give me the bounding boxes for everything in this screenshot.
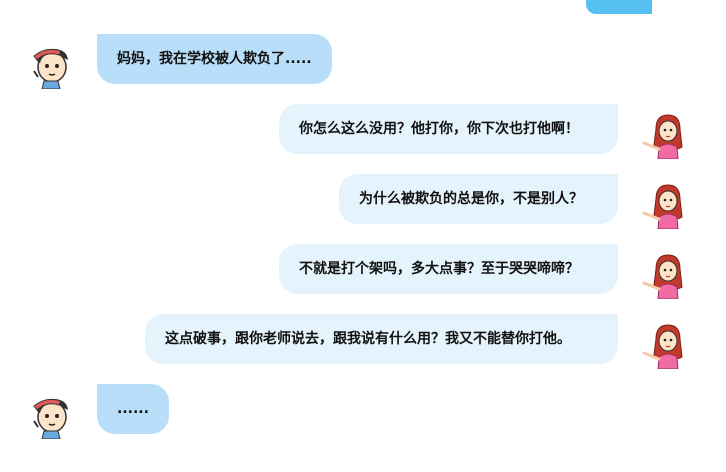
- mother-avatar-icon: [642, 251, 690, 299]
- message-text: 不就是打个架吗，多大点事？至于哭哭啼啼？: [299, 261, 579, 277]
- message-text: ......: [117, 401, 149, 417]
- mother-avatar-icon: [642, 181, 690, 229]
- message-bubble: ......: [97, 384, 169, 434]
- message-bubble: 妈妈，我在学校被人欺负了.....: [97, 34, 332, 84]
- child-avatar-icon: [28, 41, 76, 89]
- mother-avatar-icon: [642, 111, 690, 159]
- chat-screen: 妈妈，我在学校被人欺负了..... 你怎么这么没用？他打你，你下次也打他啊！ 为…: [0, 0, 726, 472]
- message-bubble: 不就是打个架吗，多大点事？至于哭哭啼啼？: [279, 244, 618, 294]
- child-avatar-icon: [28, 391, 76, 439]
- message-text: 你怎么这么没用？他打你，你下次也打他啊！: [299, 121, 579, 137]
- message-text: 这点破事，跟你老师说去，跟我说有什么用？我又不能替你打他。: [165, 331, 571, 347]
- message-text: 妈妈，我在学校被人欺负了.....: [117, 51, 312, 67]
- message-bubble: 为什么被欺负的总是你，不是别人？: [339, 174, 618, 224]
- message-text: 为什么被欺负的总是你，不是别人？: [359, 191, 583, 207]
- mother-avatar-icon: [642, 321, 690, 369]
- decorative-corner-shape: [586, 0, 652, 14]
- message-bubble: 这点破事，跟你老师说去，跟我说有什么用？我又不能替你打他。: [145, 314, 618, 364]
- message-bubble: 你怎么这么没用？他打你，你下次也打他啊！: [279, 104, 618, 154]
